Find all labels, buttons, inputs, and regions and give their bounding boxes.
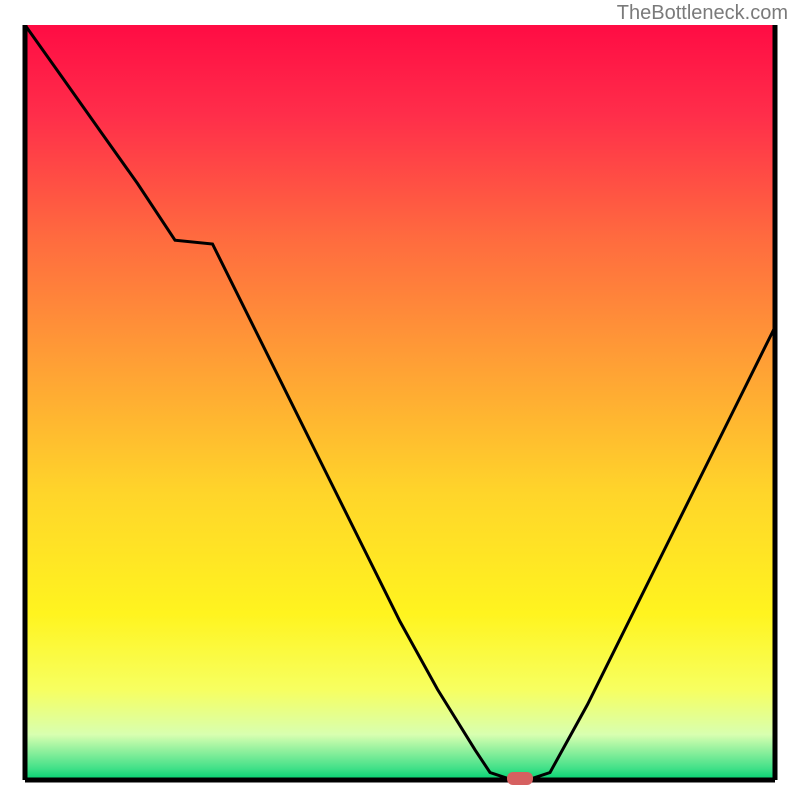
chart-area <box>20 25 780 785</box>
chart-background <box>25 25 775 780</box>
watermark-text: TheBottleneck.com <box>617 2 788 25</box>
optimal-marker <box>507 772 533 785</box>
chart-svg <box>20 25 780 785</box>
chart-container: TheBottleneck.com <box>0 0 800 800</box>
